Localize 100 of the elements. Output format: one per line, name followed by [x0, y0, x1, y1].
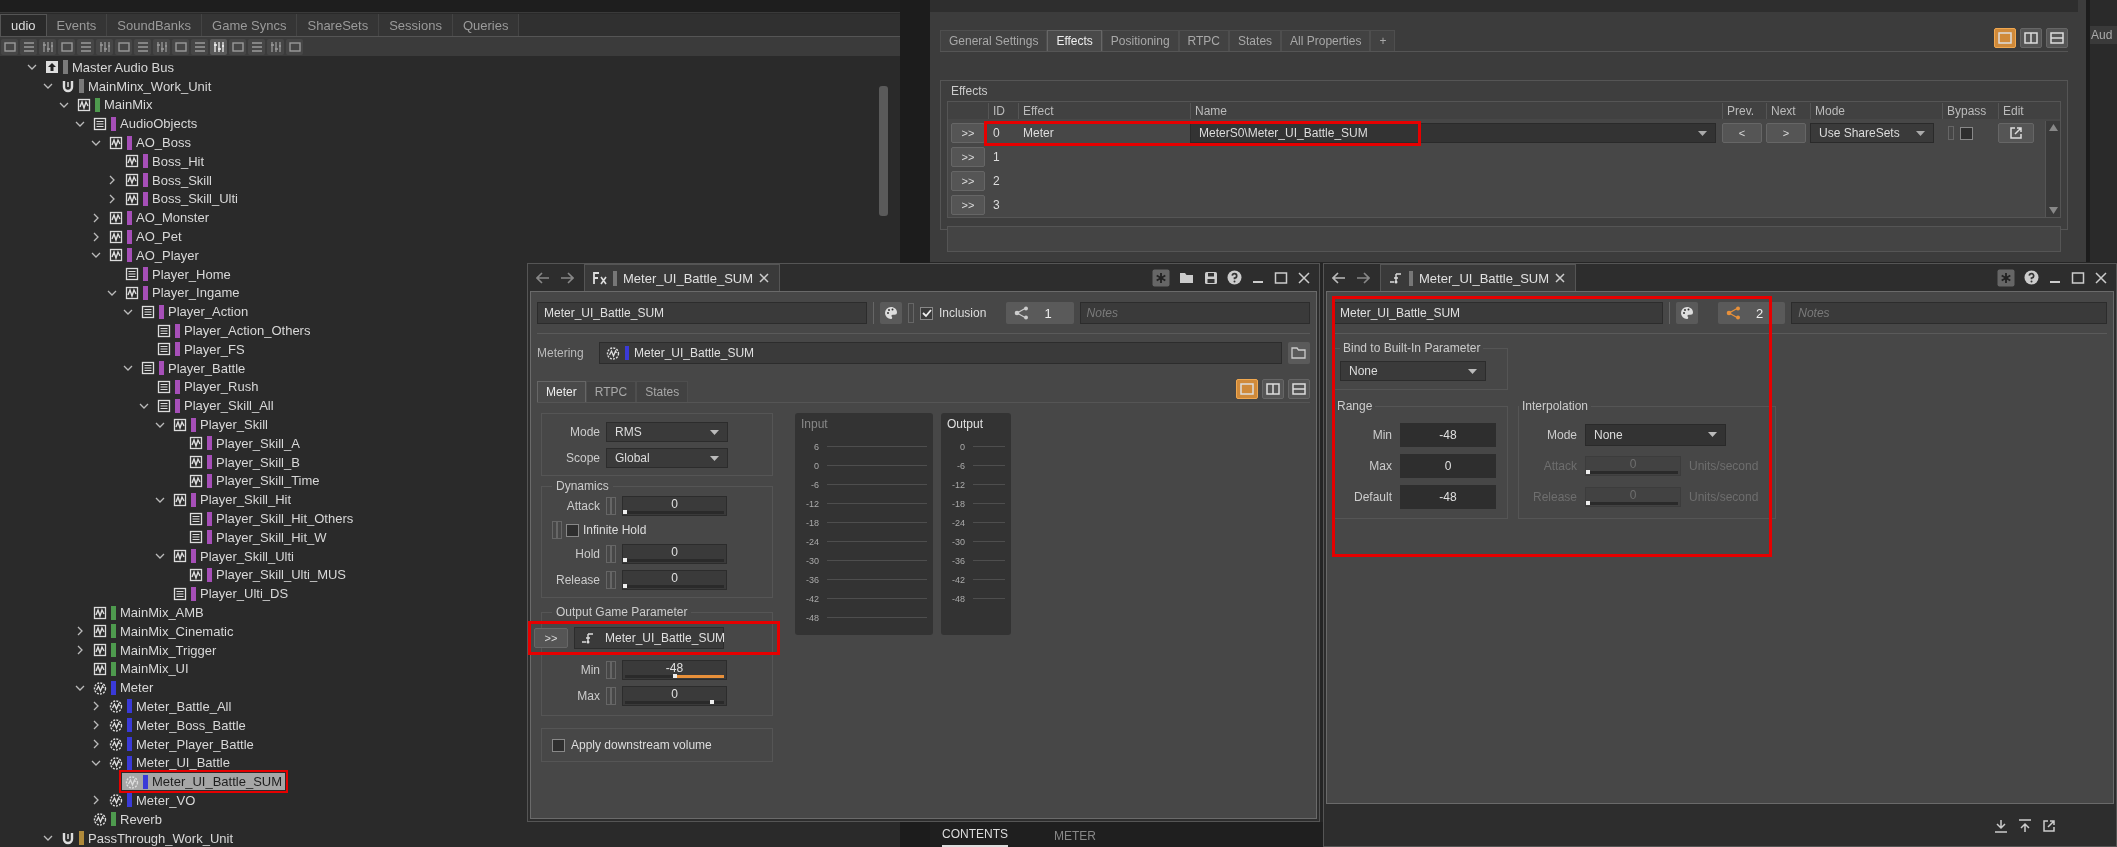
tree-item[interactable]: Boss_Hit: [122, 152, 208, 170]
toolbar-button[interactable]: [153, 38, 170, 55]
explorer-tab[interactable]: Game Syncs: [202, 14, 298, 36]
close-icon[interactable]: [1555, 273, 1566, 283]
references-button[interactable]: 1: [1006, 302, 1074, 324]
tree-item[interactable]: AO_Pet: [106, 228, 185, 246]
color-button[interactable]: [880, 302, 902, 324]
layout-button[interactable]: [1262, 379, 1284, 399]
tree-item[interactable]: AudioObjects: [90, 115, 201, 133]
tree-item[interactable]: MainMix_Cinematic: [90, 622, 237, 640]
bypass-checkbox[interactable]: [1960, 126, 1973, 140]
close-icon[interactable]: [1297, 270, 1311, 285]
inclusion-checkbox[interactable]: [920, 306, 933, 320]
explorer-tab[interactable]: Sessions: [379, 14, 453, 36]
explorer-tab[interactable]: udio: [0, 14, 47, 36]
editor-tab[interactable]: Positioning: [1101, 30, 1179, 51]
tree-item[interactable]: Meter_Player_Battle: [106, 735, 257, 753]
maximize-icon[interactable]: [1274, 270, 1288, 285]
upload-icon[interactable]: [2018, 819, 2032, 833]
tree-item[interactable]: AO_Boss: [106, 134, 194, 152]
expand-button[interactable]: >>: [951, 171, 985, 191]
scroll-down-icon[interactable]: [2048, 207, 2058, 214]
number-field[interactable]: 0: [1400, 453, 1496, 478]
notes-field[interactable]: Notes: [1079, 302, 1310, 324]
notes-field[interactable]: Notes: [1791, 302, 2107, 324]
tree-item[interactable]: MainMinx_Work_Unit: [58, 77, 215, 95]
toolbar-button[interactable]: [210, 38, 227, 55]
value-slider[interactable]: 0: [622, 570, 727, 590]
mode-dropdown[interactable]: None: [1585, 423, 1726, 446]
tree-item[interactable]: PassThrough_Work_Unit: [58, 829, 236, 847]
tree-item[interactable]: Meter: [90, 679, 157, 697]
expand-button[interactable]: >>: [951, 123, 985, 143]
mode-dropdown[interactable]: Use ShareSets: [1810, 123, 1934, 143]
asterisk-icon[interactable]: [1152, 268, 1170, 287]
tree-item[interactable]: Player_Skill_Time: [186, 472, 323, 490]
tree-item[interactable]: Meter_VO: [106, 791, 199, 809]
tree-item[interactable]: AO_Player: [106, 246, 202, 264]
editor-tab[interactable]: RTPC: [585, 381, 637, 402]
explorer-tab[interactable]: SoundBanks: [107, 14, 203, 36]
tree-item[interactable]: Player_Ingame: [122, 284, 243, 302]
tree-item[interactable]: Player_Home: [122, 265, 234, 283]
tree-item[interactable]: Player_Skill_Hit_Others: [186, 510, 357, 527]
slider-thumb[interactable]: [623, 558, 627, 562]
close-icon[interactable]: [2094, 270, 2108, 285]
tree-item[interactable]: MainMix: [74, 96, 156, 114]
asterisk-icon[interactable]: [1997, 268, 2015, 287]
tree-item[interactable]: Player_Skill_Ulti_MUS: [186, 566, 350, 584]
back-arrow-icon[interactable]: [1332, 271, 1346, 284]
external-link-icon[interactable]: [2042, 819, 2056, 833]
effect-dropdown[interactable]: MeterS0\Meter_UI_Battle_SUM: [1190, 123, 1716, 143]
scrollbar-thumb[interactable]: [879, 86, 888, 216]
tree-item[interactable]: Player_Action_Others: [154, 322, 314, 340]
bottom-tab[interactable]: METER: [1054, 829, 1096, 847]
panel-tab[interactable]: Aud: [2090, 26, 2117, 44]
tree-item[interactable]: Reverb: [90, 810, 165, 828]
apply-downstream-checkbox[interactable]: [552, 738, 565, 752]
editor-tab[interactable]: Effects: [1047, 30, 1102, 51]
scope-dropdown[interactable]: Global: [606, 448, 728, 468]
help-icon[interactable]: [1227, 270, 1242, 285]
references-button[interactable]: 2: [1718, 302, 1786, 324]
number-field[interactable]: -48: [1400, 422, 1496, 447]
layout-button[interactable]: [1288, 379, 1310, 399]
layout-button[interactable]: [2020, 28, 2042, 48]
value-slider[interactable]: 0: [622, 496, 727, 516]
value-slider[interactable]: 0: [622, 686, 727, 706]
bottom-tab[interactable]: CONTENTS: [942, 827, 1008, 847]
tree-item[interactable]: Player_Skill_A: [186, 434, 303, 452]
tree-item[interactable]: Meter_UI_Battle: [106, 754, 233, 772]
tree-item[interactable]: Player_Ulti_DS: [170, 585, 292, 603]
forward-arrow-icon[interactable]: [560, 271, 574, 284]
editor-tab[interactable]: States: [1229, 30, 1282, 51]
document-tab[interactable]: Meter_UI_Battle_SUM: [584, 264, 781, 291]
layout-button[interactable]: [2046, 28, 2068, 48]
tree-item[interactable]: Player_Skill_Hit: [170, 491, 295, 509]
tree-item[interactable]: Player_Skill: [170, 416, 271, 434]
tree-item[interactable]: Player_Skill_All: [154, 397, 277, 415]
folder-icon[interactable]: [1179, 270, 1195, 285]
tree-item[interactable]: Boss_Skill_Ulti: [122, 190, 241, 208]
expand-button[interactable]: >>: [951, 147, 985, 167]
editor-tab[interactable]: +: [1370, 30, 1396, 51]
tree-item[interactable]: Boss_Skill: [122, 171, 215, 189]
toolbar-button[interactable]: [96, 38, 113, 55]
parameter-dropdown[interactable]: None: [1340, 361, 1486, 381]
value-slider[interactable]: -48: [622, 660, 727, 680]
value-slider[interactable]: 0: [622, 544, 727, 564]
maximize-icon[interactable]: [2071, 270, 2085, 285]
tree-item[interactable]: Player_Battle: [138, 359, 249, 377]
tree-item[interactable]: Player_Action: [138, 303, 252, 321]
browse-button[interactable]: [1288, 342, 1310, 364]
tree-item[interactable]: Meter_Boss_Battle: [106, 716, 249, 734]
name-field[interactable]: Meter_UI_Battle_SUM: [1333, 302, 1663, 324]
tree-item[interactable]: Player_Skill_Hit_W: [186, 528, 330, 546]
scroll-up-icon[interactable]: [2048, 124, 2058, 131]
game-parameter-field[interactable]: Meter_UI_Battle_SUM: [574, 627, 724, 649]
tree-item[interactable]: MainMix_AMB: [90, 604, 207, 621]
slider-thumb[interactable]: [710, 700, 715, 704]
tree-item[interactable]: Player_Rush: [154, 378, 262, 396]
explorer-tab[interactable]: ShareSets: [297, 14, 380, 36]
download-icon[interactable]: [1994, 819, 2008, 833]
back-arrow-icon[interactable]: [536, 271, 550, 284]
